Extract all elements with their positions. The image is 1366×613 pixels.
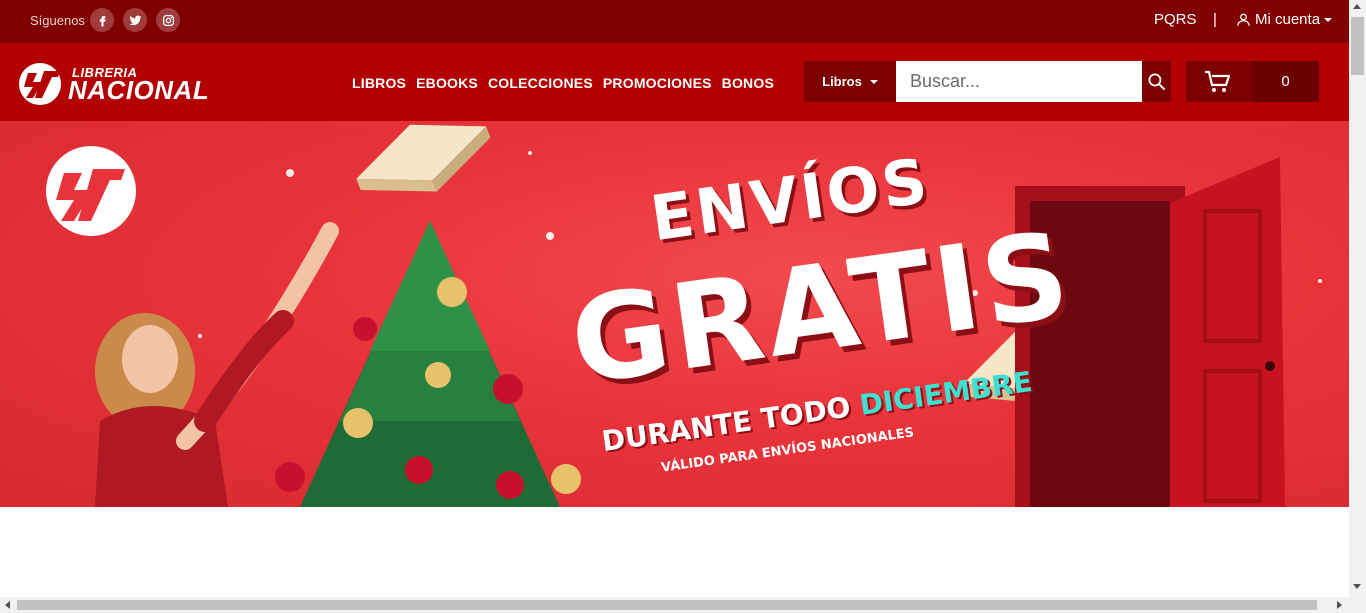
scroll-left-arrow-icon[interactable] bbox=[5, 601, 10, 609]
main-nav: LIBROS EBOOKS COLECCIONES PROMOCIONES BO… bbox=[352, 75, 774, 91]
chevron-down-icon bbox=[869, 79, 878, 84]
facebook-icon[interactable] bbox=[90, 8, 114, 32]
horizontal-scrollbar-thumb[interactable] bbox=[17, 600, 1317, 610]
nav-item-colecciones[interactable]: COLECCIONES bbox=[488, 75, 593, 91]
top-bar: Síguenos PQRS | Mi cuenta bbox=[0, 0, 1349, 43]
instagram-icon[interactable] bbox=[156, 8, 180, 32]
top-separator: | bbox=[1213, 11, 1217, 28]
vertical-scrollbar[interactable] bbox=[1349, 0, 1366, 597]
promo-banner[interactable]: ENVÍOS GRATIS DURANTE TODO DICIEMBRE VÁL… bbox=[0, 121, 1349, 507]
page: Síguenos PQRS | Mi cuenta LIBRERIA NACIO… bbox=[0, 0, 1366, 613]
logo-icon bbox=[19, 63, 62, 105]
nav-item-promociones[interactable]: PROMOCIONES bbox=[603, 75, 712, 91]
account-menu[interactable]: Mi cuenta bbox=[1236, 11, 1333, 28]
main-header: LIBRERIA NACIONAL LIBROS EBOOKS COLECCIO… bbox=[0, 43, 1349, 121]
scroll-right-arrow-icon[interactable] bbox=[1337, 601, 1342, 609]
scroll-up-arrow-icon[interactable] bbox=[1353, 4, 1361, 9]
twitter-icon[interactable] bbox=[123, 8, 147, 32]
nav-item-bonos[interactable]: BONOS bbox=[722, 75, 774, 91]
search-category-select[interactable]: Libros bbox=[804, 61, 896, 102]
banner-logo-icon bbox=[46, 146, 136, 236]
search-icon bbox=[1148, 73, 1165, 90]
nav-item-libros[interactable]: LIBROS bbox=[352, 75, 406, 91]
user-icon bbox=[1237, 13, 1250, 26]
cart-button[interactable]: 0 bbox=[1186, 61, 1319, 102]
cart-icon bbox=[1205, 70, 1231, 92]
scroll-down-arrow-icon[interactable] bbox=[1353, 584, 1361, 589]
nav-item-ebooks[interactable]: EBOOKS bbox=[416, 75, 478, 91]
logo[interactable]: LIBRERIA NACIONAL bbox=[14, 61, 219, 105]
chevron-down-icon bbox=[1324, 17, 1333, 22]
cart-count: 0 bbox=[1252, 61, 1319, 102]
search-category-label: Libros bbox=[822, 74, 862, 89]
follow-us-label: Síguenos bbox=[30, 13, 85, 28]
search-input[interactable] bbox=[896, 61, 1142, 102]
vertical-scrollbar-thumb[interactable] bbox=[1351, 17, 1364, 75]
search-button[interactable] bbox=[1142, 61, 1171, 102]
account-label: Mi cuenta bbox=[1255, 11, 1321, 28]
logo-text-bottom: NACIONAL bbox=[68, 75, 210, 105]
pqrs-link[interactable]: PQRS bbox=[1154, 11, 1197, 28]
